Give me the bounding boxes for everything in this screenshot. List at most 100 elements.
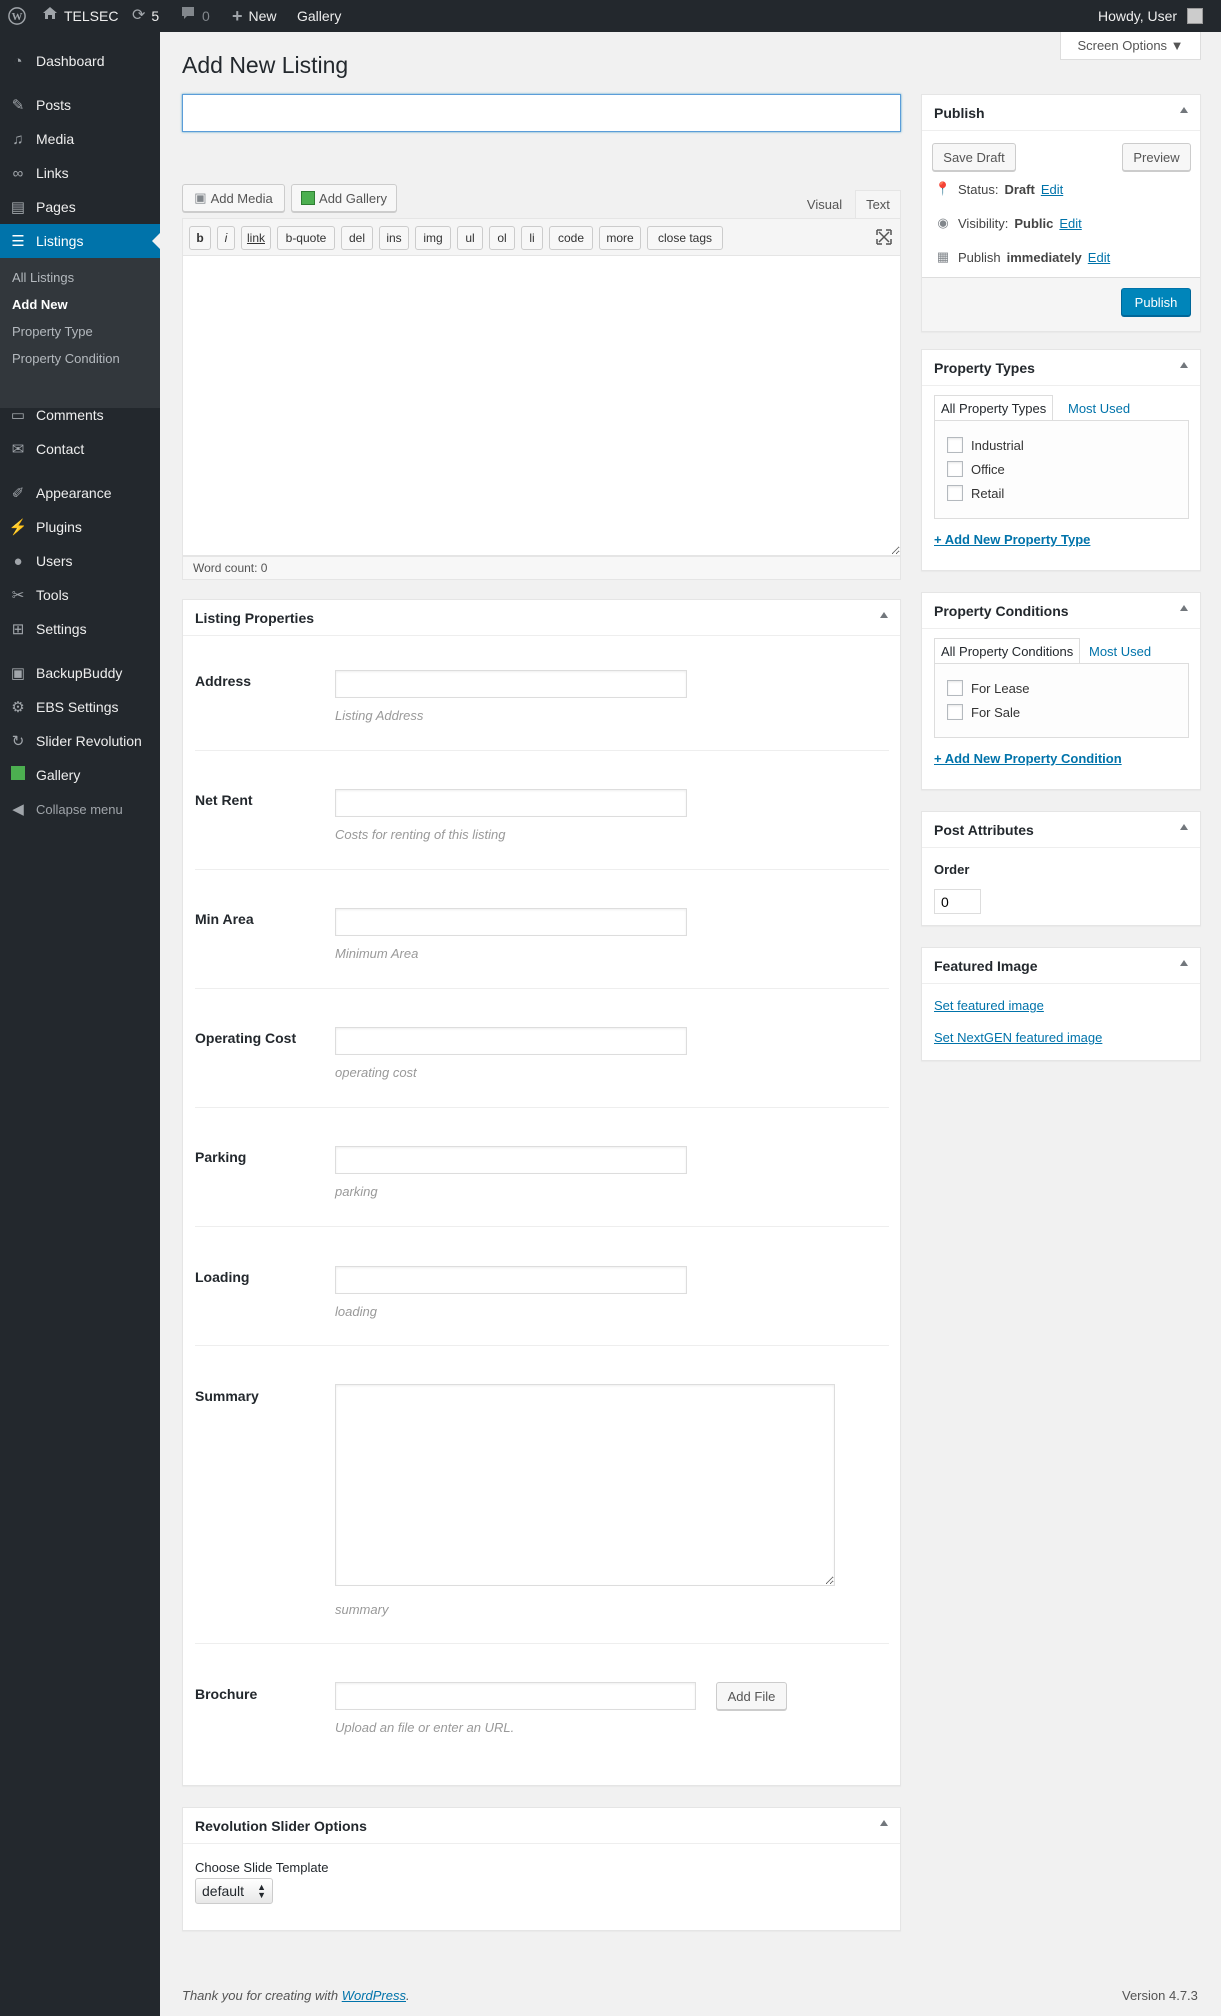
menu-contact[interactable]: ✉ Contact [0,432,160,466]
checkbox-row[interactable]: For Lease [947,680,1030,696]
property-conditions-header[interactable]: Property Conditions [922,593,1200,629]
qt-ol-button[interactable]: ol [489,226,515,250]
qt-italic-button[interactable]: i [217,226,235,250]
min-area-input[interactable] [335,908,687,936]
checkbox-row[interactable]: Office [947,461,1005,477]
operating-cost-input[interactable] [335,1027,687,1055]
menu-settings[interactable]: ⊞ Settings [0,612,160,646]
menu-plugins[interactable]: ⚡ Plugins [0,510,160,544]
add-property-condition-link[interactable]: + Add New Property Condition [934,751,1122,766]
submenu-property-condition[interactable]: Property Condition [12,351,120,366]
menu-gallery[interactable]: Gallery [0,758,160,792]
toggle-arrow-icon[interactable] [1180,960,1188,966]
submenu-property-type[interactable]: Property Type [12,324,93,339]
menu-listings[interactable]: ☰ Listings [0,224,160,258]
wordpress-logo-icon[interactable]: W [8,0,26,32]
menu-tools[interactable]: ✂ Tools [0,578,160,612]
qt-code-button[interactable]: code [549,226,593,250]
qt-img-button[interactable]: img [415,226,451,250]
add-file-button[interactable]: Add File [716,1682,787,1710]
menu-backupbuddy[interactable]: ▣ BackupBuddy [0,656,160,690]
checkbox[interactable] [947,704,963,720]
qt-li-button[interactable]: li [521,226,543,250]
checkbox[interactable] [947,437,963,453]
checkbox[interactable] [947,485,963,501]
menu-pages[interactable]: ▤ Pages [0,190,160,224]
qt-bquote-button[interactable]: b-quote [277,226,335,250]
set-nextgen-featured-image-link[interactable]: Set NextGEN featured image [934,1030,1102,1045]
menu-comments[interactable]: ▭ Comments [0,398,160,432]
comments-link[interactable]: 0 [180,0,210,32]
fullscreen-icon[interactable] [876,229,892,248]
qt-link-button[interactable]: link [241,226,271,250]
screen-options-button[interactable]: Screen Options ▼ [1060,32,1201,60]
my-account-link[interactable]: Howdy, User [1098,0,1204,32]
submenu-all-listings[interactable]: All Listings [12,270,74,285]
checkbox[interactable] [947,461,963,477]
edit-status-link[interactable]: Edit [1041,182,1063,197]
wordpress-link[interactable]: WordPress [342,1988,406,2003]
menu-posts[interactable]: ✎ Posts [0,88,160,122]
slide-template-select[interactable]: default ▲ ▼ [195,1878,273,1904]
qt-del-button[interactable]: del [341,226,373,250]
add-property-type-link[interactable]: + Add New Property Type [934,532,1090,547]
summary-textarea[interactable] [335,1384,835,1586]
submenu-add-new[interactable]: Add New [12,297,68,312]
collapse-menu-button[interactable]: ◀ Collapse menu [0,792,160,826]
post-attributes-header[interactable]: Post Attributes [922,812,1200,848]
site-name-link[interactable]: TELSEC [42,0,118,32]
add-media-button[interactable]: ▣ Add Media [182,184,285,212]
property-types-header[interactable]: Property Types [922,350,1200,386]
menu-ebs-settings[interactable]: ⚙ EBS Settings [0,690,160,724]
add-gallery-button[interactable]: Add Gallery [291,184,397,212]
tab-visual[interactable]: Visual [798,190,851,218]
qt-ins-button[interactable]: ins [379,226,409,250]
edit-visibility-link[interactable]: Edit [1059,216,1081,231]
updates-link[interactable]: ⟳ 5 [132,0,159,32]
menu-media[interactable]: ♫ Media [0,122,160,156]
content-editor-textarea[interactable] [182,256,901,556]
featured-image-header[interactable]: Featured Image [922,948,1200,984]
tab-most-used-types[interactable]: Most Used [1062,395,1136,421]
gallery-adminbar-link[interactable]: Gallery [297,0,341,32]
address-input[interactable] [335,670,687,698]
qt-more-button[interactable]: more [599,226,641,250]
tab-all-property-conditions[interactable]: All Property Conditions [934,638,1081,664]
qt-ul-button[interactable]: ul [457,226,483,250]
menu-appearance[interactable]: ✐ Appearance [0,476,160,510]
new-content-link[interactable]: + New [232,0,277,32]
menu-slider-revolution[interactable]: ↻ Slider Revolution [0,724,160,758]
save-draft-button[interactable]: Save Draft [932,143,1016,171]
menu-dashboard[interactable]: ◔ Dashboard [0,44,160,78]
checkbox-row[interactable]: For Sale [947,704,1020,720]
menu-links[interactable]: ∞ Links [0,156,160,190]
toggle-arrow-icon[interactable] [880,1820,888,1826]
net-rent-input[interactable] [335,789,687,817]
publish-button[interactable]: Publish [1121,288,1191,316]
set-featured-image-link[interactable]: Set featured image [934,998,1044,1013]
toggle-arrow-icon[interactable] [1180,605,1188,611]
toggle-arrow-icon[interactable] [1180,824,1188,830]
brochure-input[interactable] [335,1682,696,1710]
toggle-arrow-icon[interactable] [1180,362,1188,368]
listing-title-input[interactable] [182,94,901,132]
preview-button[interactable]: Preview [1122,143,1191,171]
revolution-slider-header[interactable]: Revolution Slider Options [183,1808,900,1844]
listing-properties-header[interactable]: Listing Properties [183,600,900,636]
checkbox-row[interactable]: Industrial [947,437,1024,453]
menu-users[interactable]: ● Users [0,544,160,578]
toggle-arrow-icon[interactable] [1180,107,1188,113]
checkbox[interactable] [947,680,963,696]
qt-bold-button[interactable]: b [189,226,211,250]
edit-schedule-link[interactable]: Edit [1088,250,1110,265]
qt-close-tags-button[interactable]: close tags [647,226,723,250]
toggle-arrow-icon[interactable] [880,612,888,618]
tab-text[interactable]: Text [855,190,901,218]
parking-input[interactable] [335,1146,687,1174]
checkbox-row[interactable]: Retail [947,485,1004,501]
tab-all-property-types[interactable]: All Property Types [934,395,1054,421]
tab-most-used-conditions[interactable]: Most Used [1083,638,1157,664]
loading-input[interactable] [335,1266,687,1294]
publish-header[interactable]: Publish [922,95,1200,131]
order-input[interactable] [934,889,981,914]
